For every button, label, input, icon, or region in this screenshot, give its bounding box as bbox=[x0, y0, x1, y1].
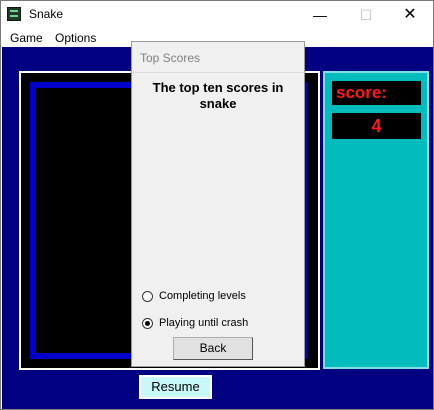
snake-window: Snake — ☐ ✕ Game Options score: 4 Resume… bbox=[0, 0, 434, 410]
title-bar[interactable]: Snake — ☐ ✕ bbox=[1, 1, 433, 29]
score-label: score: bbox=[332, 81, 421, 105]
window-title: Snake bbox=[29, 7, 64, 21]
snake-app-icon bbox=[7, 7, 21, 21]
maximize-button[interactable]: ☐ bbox=[343, 1, 389, 29]
radio-label: Completing levels bbox=[159, 290, 246, 302]
radio-unselected-icon[interactable] bbox=[142, 291, 153, 302]
minimize-button[interactable]: — bbox=[297, 1, 343, 29]
radio-selected-icon[interactable] bbox=[142, 318, 153, 329]
menu-game[interactable]: Game bbox=[10, 31, 43, 45]
score-panel: score: 4 bbox=[323, 71, 429, 369]
dialog-title: Top Scores bbox=[140, 51, 201, 65]
dialog-title-bar[interactable]: Top Scores bbox=[132, 42, 304, 73]
top-scores-dialog: Top Scores The top ten scores in snake C… bbox=[131, 41, 305, 367]
close-button[interactable]: ✕ bbox=[387, 1, 433, 29]
radio-dot-icon bbox=[145, 321, 150, 326]
radio-label: Playing until crash bbox=[159, 317, 249, 329]
menu-options[interactable]: Options bbox=[55, 31, 96, 45]
dialog-heading: The top ten scores in snake bbox=[152, 80, 284, 111]
resume-button[interactable]: Resume bbox=[139, 375, 212, 399]
radio-completing-levels[interactable]: Completing levels bbox=[142, 290, 302, 306]
back-button[interactable]: Back bbox=[173, 337, 253, 360]
score-value: 4 bbox=[332, 113, 421, 139]
radio-playing-until-crash[interactable]: Playing until crash bbox=[142, 317, 302, 333]
